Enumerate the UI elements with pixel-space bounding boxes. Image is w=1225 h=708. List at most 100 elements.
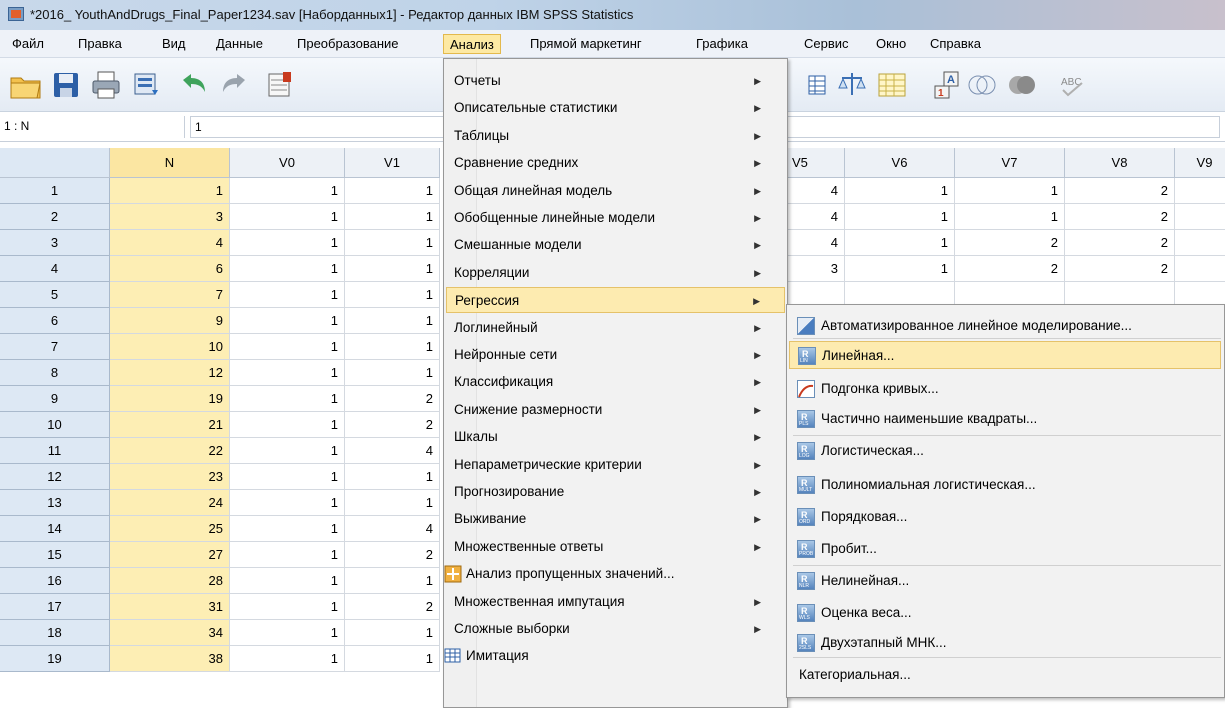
data-cell[interactable]: 1 [230,438,345,464]
data-cell[interactable]: 1 [845,256,955,282]
data-cell[interactable]: 22 [110,438,230,464]
menu-utilities[interactable]: Сервис [798,34,855,54]
analyze-menu-item[interactable]: Множественные ответы ▶ [446,534,785,560]
split-file-icon[interactable] [800,68,836,102]
data-cell[interactable]: 28 [110,568,230,594]
data-cell[interactable]: 1 [345,334,440,360]
menu-window[interactable]: Окно [870,34,912,54]
column-header-v1[interactable]: V1 [345,148,440,178]
recall-dialog-icon[interactable] [128,68,164,102]
data-cell[interactable]: 2 [345,412,440,438]
menu-transform[interactable]: Преобразование [291,34,405,54]
analyze-menu-item[interactable]: Шкалы ▶ [446,424,785,450]
data-cell[interactable]: 1 [230,386,345,412]
data-cell[interactable]: 1 [230,516,345,542]
analyze-menu-item[interactable]: Анализ пропущенных значений... [444,561,785,587]
data-cell[interactable]: 4 [110,230,230,256]
data-cell[interactable]: 2 [1065,204,1175,230]
data-cell[interactable]: 10 [110,334,230,360]
analyze-menu-item[interactable]: Снижение размерности ▶ [446,397,785,423]
data-cell[interactable] [1175,204,1225,230]
regression-menu-item[interactable]: R WLS Оценка веса... [789,599,1221,627]
row-header[interactable]: 10 [0,412,110,438]
analyze-menu-item[interactable]: Смешанные модели ▶ [446,232,785,258]
data-cell[interactable]: 1 [230,620,345,646]
analyze-menu-item[interactable]: Таблицы ▶ [446,123,785,149]
menu-help[interactable]: Справка [924,34,987,54]
regression-menu-item[interactable]: R LIN Линейная... [789,341,1221,369]
data-cell[interactable]: 25 [110,516,230,542]
spell-check-icon[interactable]: ABC [1056,68,1092,102]
row-header[interactable]: 12 [0,464,110,490]
analyze-menu-item[interactable]: Общая линейная модель ▶ [446,178,785,204]
data-cell[interactable]: 2 [955,230,1065,256]
regression-menu-item[interactable]: R NLR Нелинейная... [789,567,1221,595]
data-cell[interactable]: 19 [110,386,230,412]
data-cell[interactable]: 3 [110,204,230,230]
row-header[interactable]: 1 [0,178,110,204]
analyze-menu-item[interactable]: Нейронные сети ▶ [446,342,785,368]
data-cell[interactable]: 7 [110,282,230,308]
save-icon[interactable] [48,68,84,102]
data-cell[interactable]: 1 [230,594,345,620]
analyze-menu-item[interactable]: Логлинейный ▶ [446,315,785,341]
column-header-v6[interactable]: V6 [845,148,955,178]
row-header[interactable]: 8 [0,360,110,386]
data-cell[interactable]: 1 [230,568,345,594]
row-header[interactable]: 14 [0,516,110,542]
goto-case-icon[interactable] [262,68,298,102]
column-header-v0[interactable]: V0 [230,148,345,178]
row-header[interactable]: 2 [0,204,110,230]
data-cell[interactable]: 1 [230,282,345,308]
data-cell[interactable]: 1 [345,646,440,672]
row-header[interactable]: 18 [0,620,110,646]
data-cell[interactable]: 1 [955,178,1065,204]
data-cell[interactable]: 1 [230,646,345,672]
menu-direct-marketing[interactable]: Прямой маркетинг [524,34,648,54]
data-cell[interactable]: 1 [230,542,345,568]
data-cell[interactable]: 9 [110,308,230,334]
row-header[interactable]: 15 [0,542,110,568]
data-cell[interactable]: 23 [110,464,230,490]
menu-graphs[interactable]: Графика [690,34,754,54]
column-header-n[interactable]: N [110,148,230,178]
data-cell[interactable]: 3 [788,256,845,282]
data-cell[interactable]: 34 [110,620,230,646]
data-cell[interactable]: 6 [110,256,230,282]
row-header[interactable]: 5 [0,282,110,308]
data-cell[interactable]: 1 [230,178,345,204]
data-cell[interactable]: 1 [230,308,345,334]
analyze-menu-item[interactable]: Сложные выборки ▶ [446,616,785,642]
regression-menu-item[interactable]: R 2SLS Двухэтапный МНК... [789,629,1221,657]
data-cell[interactable]: 2 [1065,256,1175,282]
data-cell[interactable]: 1 [845,230,955,256]
data-cell[interactable]: 1 [845,178,955,204]
column-header-v8[interactable]: V8 [1065,148,1175,178]
menu-file[interactable]: Файл [6,34,50,54]
row-header[interactable]: 6 [0,308,110,334]
regression-menu-item[interactable]: Автоматизированное линейное моделировани… [789,312,1221,340]
data-cell[interactable]: 2 [345,386,440,412]
data-cell[interactable]: 1 [345,204,440,230]
data-cell[interactable]: 4 [788,204,845,230]
data-cell[interactable]: 2 [1065,178,1175,204]
data-cell[interactable]: 2 [1065,230,1175,256]
data-cell[interactable] [1175,256,1225,282]
menu-data[interactable]: Данные [210,34,269,54]
menu-edit[interactable]: Правка [72,34,128,54]
analyze-menu-item[interactable]: Выживание ▶ [446,506,785,532]
analyze-menu-item[interactable]: Прогнозирование ▶ [446,479,785,505]
data-cell[interactable]: 27 [110,542,230,568]
row-header[interactable]: 16 [0,568,110,594]
data-cell[interactable]: 4 [788,230,845,256]
undo-icon[interactable] [176,68,212,102]
select-cases-icon[interactable] [874,68,910,102]
value-labels-icon[interactable]: A1 [930,68,966,102]
row-header[interactable]: 7 [0,334,110,360]
data-cell[interactable]: 1 [230,334,345,360]
data-cell[interactable]: 12 [110,360,230,386]
data-cell[interactable]: 1 [230,204,345,230]
data-cell[interactable]: 1 [345,230,440,256]
data-cell[interactable]: 1 [345,464,440,490]
row-header[interactable]: 13 [0,490,110,516]
